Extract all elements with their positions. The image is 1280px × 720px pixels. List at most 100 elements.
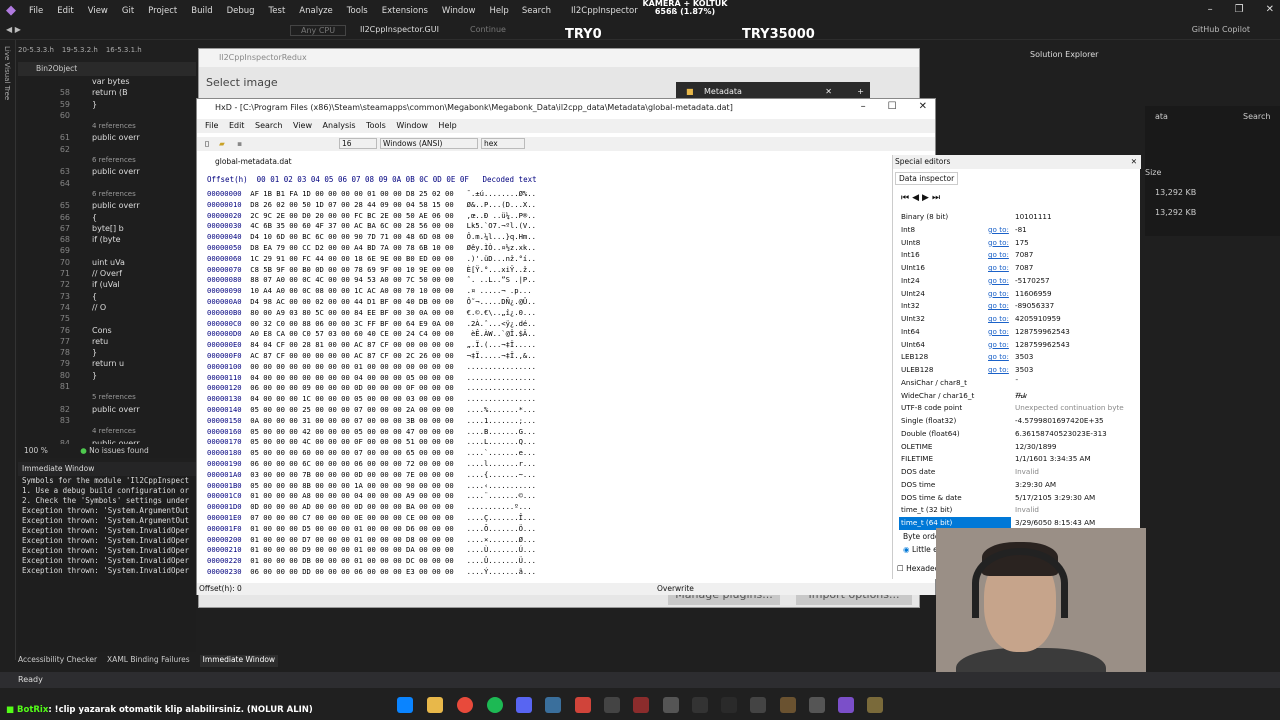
hex-row[interactable]: 00000040 D4 10 6D 00 BC 6C 00 00 90 7D 7… bbox=[207, 232, 536, 241]
terminal-icon[interactable] bbox=[750, 697, 766, 713]
goto-link[interactable]: go to: bbox=[988, 275, 1009, 288]
zoom-level[interactable]: 100 % bbox=[24, 446, 48, 455]
row-decoded-text[interactable]: ....1.......;... bbox=[467, 416, 536, 425]
file-tab[interactable]: 19-5.3.2.h bbox=[62, 46, 98, 60]
row-decoded-text[interactable]: ....¨.......©... bbox=[467, 491, 536, 500]
row-decoded-text[interactable]: ....Ù.......Ú... bbox=[467, 545, 536, 554]
inspector-row[interactable]: UInt8 go to: 175 bbox=[899, 237, 1129, 250]
platform-dropdown[interactable]: Any CPU bbox=[290, 25, 347, 36]
hex-row[interactable]: 000001F0 01 00 00 00 D5 00 00 00 01 00 0… bbox=[207, 524, 536, 533]
row-decoded-text[interactable]: Ô˜¬.....DÑ¿.@Û.. bbox=[467, 297, 536, 306]
app-icon[interactable] bbox=[867, 697, 883, 713]
row-hex-bytes[interactable]: 88 07 A0 00 0C 4C 00 00 94 53 A0 00 7C 5… bbox=[250, 275, 453, 284]
row-hex-bytes[interactable]: 07 00 00 00 C7 00 00 00 0E 00 00 00 CE 0… bbox=[250, 513, 453, 522]
startup-project-button[interactable]: Il2CppInspector.GUI bbox=[360, 25, 439, 34]
menu-test[interactable]: Test bbox=[262, 6, 293, 16]
visual-studio-logo-icon[interactable]: ◆ bbox=[0, 0, 22, 22]
hex-row[interactable]: 00000100 00 00 00 00 00 00 00 00 01 00 0… bbox=[207, 362, 536, 371]
hex-editor-pane[interactable]: Offset(h) 00 01 02 03 04 05 06 07 08 09 … bbox=[201, 175, 887, 579]
row-hex-bytes[interactable]: 10 A4 A0 00 0C 08 00 00 1C AC A0 00 70 1… bbox=[250, 286, 453, 295]
goto-link[interactable]: go to: bbox=[988, 339, 1009, 352]
row-hex-bytes[interactable]: D4 10 6D 00 BC 6C 00 00 90 7D 71 00 48 6… bbox=[250, 232, 453, 241]
app-icon[interactable] bbox=[809, 697, 825, 713]
row-decoded-text[interactable]: ,œ..Ð ..ü¼..P®.. bbox=[467, 211, 536, 220]
row-hex-bytes[interactable]: 05 00 00 00 25 00 00 00 07 00 00 00 2A 0… bbox=[250, 405, 453, 414]
data-inspector-tab[interactable]: Data inspector bbox=[895, 172, 959, 185]
row-hex-bytes[interactable]: 06 00 00 00 09 00 00 00 0D 00 00 00 0F 0… bbox=[250, 383, 453, 392]
github-copilot-button[interactable]: GitHub Copilot bbox=[1192, 25, 1250, 34]
row-decoded-text[interactable]: .)'.üD...nž.°í.. bbox=[467, 254, 536, 263]
row-decoded-text[interactable]: ¬‡Ï.....¬‡Ï.,&.. bbox=[467, 351, 536, 360]
row-hex-bytes[interactable]: 2C 9C 2E 00 D0 20 00 00 FC BC 2E 00 50 A… bbox=[250, 211, 453, 220]
close-icon[interactable]: ✕ bbox=[919, 101, 927, 112]
hex-row[interactable]: 00000020 2C 9C 2E 00 D0 20 00 00 FC BC 2… bbox=[207, 211, 536, 220]
app-icon[interactable] bbox=[575, 697, 591, 713]
row-decoded-text[interactable]: ....l.......r... bbox=[467, 459, 536, 468]
goto-link[interactable]: go to: bbox=[988, 300, 1009, 313]
row-hex-bytes[interactable]: AC 87 CF 00 00 00 00 00 AC 87 CF 00 2C 2… bbox=[250, 351, 453, 360]
hex-row[interactable]: 00000070 C8 5B 9F 00 B0 0D 00 00 78 69 9… bbox=[207, 265, 536, 274]
hex-row[interactable]: 000000B0 80 00 A9 03 80 5C 00 00 84 EE B… bbox=[207, 308, 536, 317]
live-visual-tree-tab[interactable]: Live Visual Tree bbox=[3, 46, 11, 100]
spotify-icon[interactable] bbox=[487, 697, 503, 713]
inspector-row[interactable]: FILETIME 1/1/1601 3:34:35 AM bbox=[899, 453, 1129, 466]
tab-accessibility-checker[interactable]: Accessibility Checker bbox=[18, 655, 97, 667]
row-hex-bytes[interactable]: AF 1B B1 FA 1D 00 00 00 00 01 00 00 D8 2… bbox=[250, 189, 453, 198]
menu-build[interactable]: Build bbox=[184, 6, 219, 16]
row-decoded-text[interactable]: ....B.......G... bbox=[467, 427, 536, 436]
immediate-window[interactable]: Symbols for the module 'Il2CppInspect 1. … bbox=[18, 476, 196, 652]
continue-button[interactable]: Continue bbox=[470, 25, 506, 34]
goto-link[interactable]: go to: bbox=[988, 313, 1009, 326]
inspector-row[interactable]: DOS time 3:29:30 AM bbox=[899, 479, 1129, 492]
open-file-icon[interactable]: ▰ bbox=[219, 139, 225, 148]
app-icon[interactable] bbox=[780, 697, 796, 713]
hxd-menu-view[interactable]: View bbox=[293, 121, 312, 130]
hxd-taskbar-icon[interactable] bbox=[721, 697, 737, 713]
row-decoded-text[interactable]: ................ bbox=[467, 362, 536, 371]
row-decoded-text[interactable]: Øêy.ÌÒ..¤½z.xk.. bbox=[467, 243, 536, 252]
inspector-row[interactable]: Double (float64) 6.36158740523023E-313 bbox=[899, 428, 1129, 441]
inspector-row[interactable]: UTF-8 code point Unexpected continuation … bbox=[899, 402, 1129, 415]
row-hex-bytes[interactable]: 01 00 00 00 A8 00 00 00 04 00 00 00 A9 0… bbox=[250, 491, 453, 500]
hex-row[interactable]: 00000120 06 00 00 00 09 00 00 00 0D 00 0… bbox=[207, 383, 536, 392]
inspector-row[interactable]: DOS date Invalid bbox=[899, 466, 1129, 479]
hex-row[interactable]: 00000140 05 00 00 00 25 00 00 00 07 00 0… bbox=[207, 405, 536, 414]
hex-row[interactable]: 000000A0 D4 98 AC 00 00 02 00 00 44 D1 B… bbox=[207, 297, 536, 306]
menu-window[interactable]: Window bbox=[435, 6, 483, 16]
prev-icon[interactable]: ◀ bbox=[912, 193, 922, 203]
row-hex-bytes[interactable]: 1C 29 91 00 FC 44 00 00 18 6E 9E 00 B0 E… bbox=[250, 254, 453, 263]
inspector-row[interactable]: UInt32 go to: 4205910959 bbox=[899, 313, 1129, 326]
inspector-row[interactable]: LEB128 go to: 3503 bbox=[899, 351, 1129, 364]
row-hex-bytes[interactable]: 05 00 00 00 4C 00 00 00 0F 00 00 00 51 0… bbox=[250, 437, 453, 446]
hex-row[interactable]: 00000170 05 00 00 00 4C 00 00 00 0F 00 0… bbox=[207, 437, 536, 446]
hex-row[interactable]: 00000220 01 00 00 00 DB 00 00 00 01 00 0… bbox=[207, 556, 536, 565]
goto-link[interactable]: go to: bbox=[988, 224, 1009, 237]
last-icon[interactable]: ⏭ bbox=[932, 193, 943, 203]
row-decoded-text[interactable]: èÊ.ÀW..`@Î.$Ä.. bbox=[467, 329, 536, 338]
goto-link[interactable]: go to: bbox=[988, 262, 1009, 275]
row-decoded-text[interactable]: ˆ. ..L..”S .|P.. bbox=[467, 275, 536, 284]
row-decoded-text[interactable]: .2À.ˆ...<ÿ¿.dé.. bbox=[467, 319, 536, 328]
maximize-icon[interactable]: ❐ bbox=[1235, 4, 1244, 15]
tab-xaml-binding-failures[interactable]: XAML Binding Failures bbox=[107, 655, 190, 667]
menu-help[interactable]: Help bbox=[482, 6, 515, 16]
menu-project[interactable]: Project bbox=[141, 6, 184, 16]
inspector-row[interactable]: ULEB128 go to: 3503 bbox=[899, 364, 1129, 377]
row-decoded-text[interactable]: „.Ï.(...¬‡Ï..... bbox=[467, 340, 536, 349]
chrome-icon[interactable] bbox=[457, 697, 473, 713]
row-decoded-text[interactable]: È[Ÿ.°...xiŸ..ž.. bbox=[467, 265, 536, 274]
app-icon[interactable] bbox=[604, 697, 620, 713]
hex-row[interactable]: 000000D0 A0 E8 CA 00 C0 57 03 00 60 40 C… bbox=[207, 329, 536, 338]
row-hex-bytes[interactable]: 0D 00 00 00 AD 00 00 00 0D 00 00 00 BA 0… bbox=[250, 502, 453, 511]
inspector-row[interactable]: Int32 go to: -89056337 bbox=[899, 300, 1129, 313]
row-decoded-text[interactable]: ....‹........... bbox=[467, 481, 536, 490]
first-icon[interactable]: ⏮ bbox=[901, 193, 912, 203]
row-hex-bytes[interactable]: D4 98 AC 00 00 02 00 00 44 D1 BF 00 40 D… bbox=[250, 297, 453, 306]
close-icon[interactable]: ✕ bbox=[1131, 155, 1137, 169]
row-hex-bytes[interactable]: 04 00 00 00 00 00 00 00 04 00 00 00 05 0… bbox=[250, 373, 453, 382]
row-hex-bytes[interactable]: 05 00 00 00 42 00 00 00 05 00 00 00 47 0… bbox=[250, 427, 453, 436]
row-decoded-text[interactable]: ................ bbox=[467, 394, 536, 403]
row-decoded-text[interactable]: ....Û.......Ü... bbox=[467, 556, 536, 565]
minimize-icon[interactable]: – bbox=[1208, 4, 1213, 15]
hex-row[interactable]: 00000090 10 A4 A0 00 0C 08 00 00 1C AC A… bbox=[207, 286, 532, 295]
